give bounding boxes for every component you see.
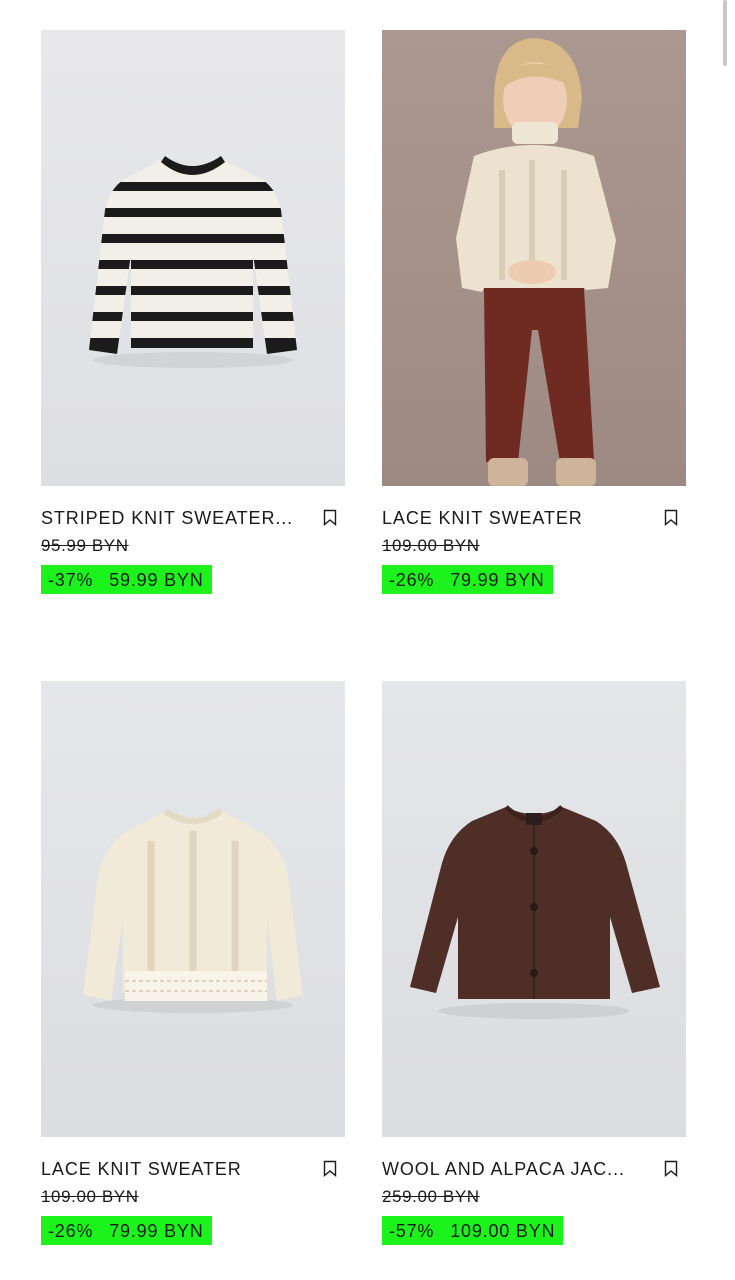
sale-badge: -26% 79.99 BYN [41,1216,212,1245]
product-name[interactable]: LACE KNIT SWEATER [382,507,644,529]
sale-price: 59.99 BYN [109,570,204,590]
original-price: 109.00 BYN [41,1187,139,1206]
sale-price: 79.99 BYN [109,1221,204,1241]
discount-percent: -26% [389,570,435,590]
product-card[interactable]: LACE KNIT SWEATER 109.00 BYN -26% 79.99 B… [41,681,345,1245]
product-name[interactable]: STRIPED KNIT SWEATER... [41,507,303,529]
product-name[interactable]: WOOL AND ALPACA JAC... [382,1158,644,1180]
sale-badge: -26% 79.99 BYN [382,565,553,594]
product-image-striped-sweater[interactable] [41,30,345,486]
product-card[interactable]: LACE KNIT SWEATER 109.00 BYN -26% 79.99 B… [382,30,686,594]
product-image-cream-lace-sweater[interactable] [41,681,345,1137]
discount-percent: -57% [389,1221,435,1241]
original-price: 95.99 BYN [41,536,129,555]
original-price: 109.00 BYN [382,536,480,555]
product-grid-page: STRIPED KNIT SWEATER... 95.99 BYN -37% 59… [0,0,735,1280]
product-image-child-model[interactable] [382,30,686,486]
product-image-brown-jacket[interactable] [382,681,686,1137]
bookmark-icon[interactable] [664,1160,678,1177]
original-price: 259.00 BYN [382,1187,480,1206]
sale-badge: -57% 109.00 BYN [382,1216,564,1245]
sale-price: 109.00 BYN [450,1221,556,1241]
discount-percent: -37% [48,570,94,590]
product-card[interactable]: WOOL AND ALPACA JAC... 259.00 BYN -57% 10… [382,681,686,1245]
product-card[interactable]: STRIPED KNIT SWEATER... 95.99 BYN -37% 59… [41,30,345,594]
bookmark-icon[interactable] [664,509,678,526]
sale-price: 79.99 BYN [450,570,545,590]
discount-percent: -26% [48,1221,94,1241]
sale-badge: -37% 59.99 BYN [41,565,212,594]
scrollbar[interactable] [723,0,727,66]
bookmark-icon[interactable] [323,509,337,526]
bookmark-icon[interactable] [323,1160,337,1177]
product-name[interactable]: LACE KNIT SWEATER [41,1158,303,1180]
